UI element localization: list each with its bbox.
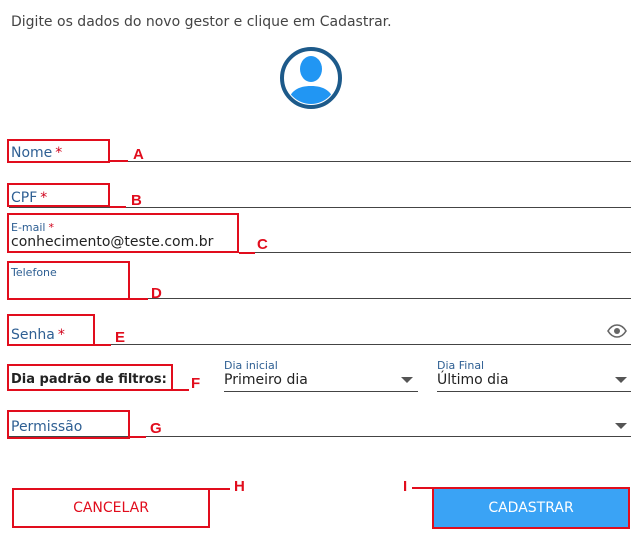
cpf-underline — [9, 207, 631, 208]
annotation-line-f — [173, 389, 189, 391]
caret-down-icon[interactable] — [401, 377, 413, 383]
annotation-line-d — [130, 298, 148, 300]
annotation-box-e — [7, 314, 95, 346]
annotation-letter-c: C — [257, 236, 268, 253]
annotation-box-c — [7, 213, 239, 253]
annotation-letter-e: E — [115, 329, 126, 346]
end-day-value: Último dia — [437, 372, 509, 388]
annotation-letter-d: D — [151, 285, 162, 302]
end-day-label: Dia Final — [437, 359, 485, 372]
caret-down-icon[interactable] — [615, 377, 627, 383]
intro-text: Digite os dados do novo gestor e clique … — [11, 14, 392, 30]
annotation-box-d — [7, 261, 130, 300]
cancel-button[interactable]: CANCELAR — [12, 488, 210, 528]
annotation-letter-i: I — [403, 478, 408, 495]
annotation-line-e — [95, 344, 111, 346]
annotation-letter-f: F — [191, 375, 201, 392]
annotation-line-b — [110, 206, 126, 208]
user-avatar-icon — [280, 47, 342, 109]
caret-down-icon[interactable] — [615, 423, 627, 429]
annotation-line-a — [110, 160, 128, 162]
annotation-letter-a: A — [133, 146, 144, 163]
annotation-letter-h: H — [234, 478, 245, 495]
annotation-line-h — [210, 488, 230, 490]
eye-icon[interactable] — [607, 324, 627, 338]
start-day-underline — [224, 391, 418, 392]
annotation-box-a — [7, 139, 110, 163]
annotation-box-g — [7, 410, 130, 439]
submit-button[interactable]: CADASTRAR — [432, 487, 630, 529]
start-day-value: Primeiro dia — [224, 372, 308, 388]
end-day-underline — [437, 391, 631, 392]
annotation-letter-g: G — [150, 420, 162, 437]
start-day-label: Dia inicial — [224, 359, 278, 372]
annotation-line-i — [412, 487, 432, 489]
annotation-letter-b: B — [131, 192, 142, 209]
annotation-box-b — [7, 183, 110, 207]
annotation-box-f — [7, 364, 173, 391]
annotation-line-g — [130, 436, 146, 438]
annotation-line-c — [239, 252, 255, 254]
